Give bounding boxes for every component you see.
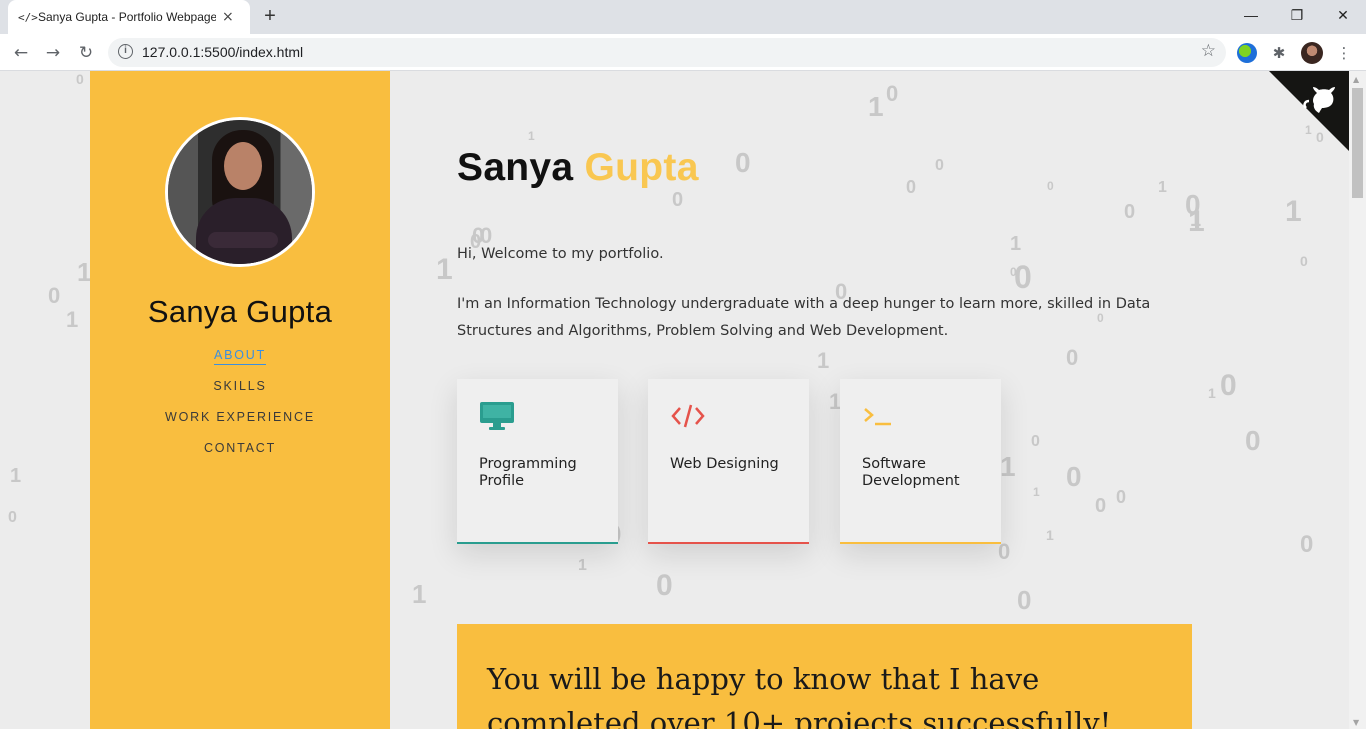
binary-digit: 0 — [656, 569, 673, 602]
welcome-text: Hi, Welcome to my portfolio. — [457, 246, 664, 262]
minimize-button[interactable]: — — [1228, 0, 1274, 30]
page-title: Sanya Gupta — [457, 146, 699, 190]
tab-title: Sanya Gupta - Portfolio Webpage — [38, 10, 216, 24]
banner-text: You will be happy to know that I have co… — [487, 662, 1112, 729]
title-first-name: Sanya — [457, 146, 574, 189]
card-web-designing[interactable]: Web Designing — [648, 379, 809, 544]
scroll-down-icon[interactable]: ▼ — [1353, 718, 1359, 727]
binary-digit: 0 — [1047, 179, 1054, 193]
card-programming-profile[interactable]: Programming Profile — [457, 379, 618, 544]
browser-menu-icon[interactable]: ⋮ — [1333, 42, 1355, 64]
projects-banner: You will be happy to know that I have co… — [457, 624, 1192, 729]
binary-digit: 1 — [1190, 209, 1202, 231]
binary-digit: 0 — [1116, 487, 1127, 507]
code-icon — [671, 404, 705, 428]
monitor-icon — [480, 402, 514, 430]
scroll-up-icon[interactable]: ▲ — [1353, 75, 1359, 84]
extensions-puzzle-icon[interactable]: ✱ — [1268, 42, 1290, 64]
address-bar[interactable]: i 127.0.0.1:5500/index.html ☆ — [108, 38, 1226, 67]
binary-digit: 0 — [1300, 531, 1314, 558]
binary-digit: 0 — [1220, 369, 1237, 402]
binary-digit: 1 — [412, 579, 427, 609]
binary-digit: 0 — [735, 147, 751, 178]
binary-digit: 1 — [1208, 385, 1216, 401]
nav-contact[interactable]: CONTACT — [90, 441, 390, 472]
reload-icon[interactable]: ↻ — [73, 40, 99, 66]
binary-digit: 1 — [66, 307, 79, 332]
title-last-name: Gupta — [584, 146, 699, 189]
forward-icon[interactable]: → — [40, 40, 66, 66]
sidebar-nav: ABOUT SKILLS WORK EXPERIENCE CONTACT — [90, 348, 390, 472]
profile-avatar-icon[interactable] — [1301, 42, 1323, 64]
binary-digit: 0 — [672, 189, 684, 211]
binary-digit: 0 — [8, 509, 17, 526]
card-accent-bar — [840, 542, 1001, 544]
binary-digit: 1 — [1158, 179, 1167, 196]
binary-digit: 1 — [868, 91, 884, 122]
binary-digit: 1 — [436, 253, 453, 286]
binary-digit: 0 — [1124, 201, 1136, 223]
card-software-development[interactable]: Software Development — [840, 379, 1001, 544]
binary-digit: 1 — [1033, 485, 1040, 499]
sidebar-name: Sanya Gupta — [147, 294, 333, 329]
page-scrollbar[interactable]: ▲ ▼ — [1349, 71, 1366, 729]
nav-skills[interactable]: SKILLS — [90, 379, 390, 410]
about-text: I'm an Information Technology undergradu… — [457, 296, 1151, 339]
profile-photo — [165, 117, 315, 267]
binary-digit: 0 — [1017, 585, 1032, 615]
browser-tab[interactable]: </> Sanya Gupta - Portfolio Webpage × — [8, 0, 250, 34]
terminal-icon — [864, 408, 891, 426]
binary-digit: 0 — [76, 71, 84, 87]
binary-digit: 1 — [1285, 195, 1302, 228]
browser-tab-bar: </> Sanya Gupta - Portfolio Webpage × + … — [0, 0, 1366, 34]
binary-digit: 1 — [528, 129, 535, 143]
binary-digit: 1 — [1000, 451, 1016, 482]
scroll-thumb[interactable] — [1352, 88, 1363, 198]
card-label: Programming Profile — [479, 456, 577, 489]
binary-digit: 1 — [578, 557, 587, 574]
extension-globe-icon[interactable] — [1237, 43, 1257, 63]
close-window-button[interactable]: ✕ — [1320, 0, 1366, 30]
binary-digit: 1 — [10, 465, 22, 487]
code-favicon-icon: </> — [18, 10, 38, 24]
back-icon[interactable]: ← — [8, 40, 34, 66]
bookmark-star-icon[interactable]: ☆ — [1201, 41, 1216, 61]
restore-button[interactable]: ❐ — [1274, 0, 1320, 30]
nav-work-experience[interactable]: WORK EXPERIENCE — [90, 410, 390, 441]
binary-digit: 0 — [1095, 495, 1107, 517]
binary-digit: 1 — [1046, 527, 1054, 543]
binary-digit: 1 — [817, 348, 830, 373]
card-accent-bar — [648, 542, 809, 544]
github-corner-icon[interactable] — [1269, 71, 1349, 151]
browser-toolbar: ← → ↻ i 127.0.0.1:5500/index.html ☆ ✱ ⋮ — [0, 34, 1366, 71]
nav-about[interactable]: ABOUT — [90, 348, 390, 379]
binary-digit: 0 — [1031, 433, 1040, 450]
url-text[interactable]: 127.0.0.1:5500/index.html — [142, 44, 303, 60]
portfolio-page: 0101110100000010011010010000101100101010… — [0, 71, 1349, 729]
binary-digit: 0 — [1300, 253, 1308, 269]
card-label: Software Development — [862, 456, 960, 489]
tab-close-button[interactable]: × — [222, 9, 234, 25]
binary-digit: 0 — [886, 81, 899, 106]
info-icon[interactable]: i — [118, 44, 133, 59]
card-label: Web Designing — [670, 456, 779, 472]
binary-digit: 0 — [906, 177, 917, 197]
card-accent-bar — [457, 542, 618, 544]
binary-digit: 0 — [48, 283, 61, 308]
intro-text: Hi, Welcome to my portfolio. I'm an Info… — [457, 241, 1197, 345]
new-tab-button[interactable]: + — [258, 4, 282, 28]
binary-digit: 0 — [1066, 345, 1079, 370]
binary-digit: 0 — [1066, 461, 1082, 492]
binary-digit: 0 — [1245, 425, 1261, 456]
binary-digit: 0 — [935, 157, 944, 174]
sidebar: Sanya Gupta ABOUT SKILLS WORK EXPERIENCE… — [90, 71, 390, 729]
